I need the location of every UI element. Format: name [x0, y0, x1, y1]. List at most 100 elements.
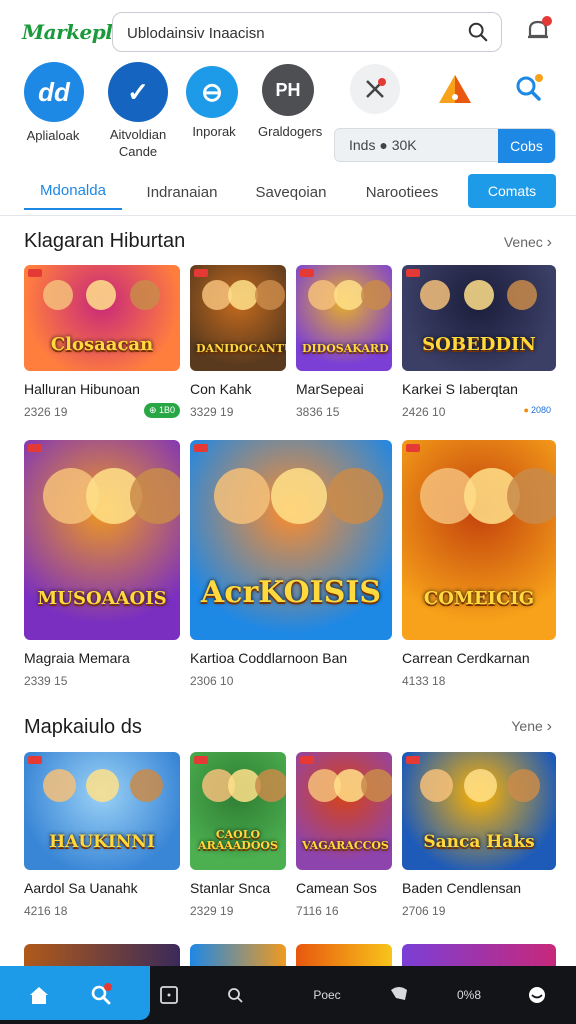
thumbnail-badge	[406, 756, 420, 764]
profile-icon[interactable]	[508, 966, 566, 1024]
game-thumbnail[interactable]: HAUKINNI	[24, 752, 180, 870]
notification-dot	[542, 16, 552, 26]
character-art	[255, 280, 285, 310]
game-stats: 3836 15	[296, 405, 340, 419]
peek-card	[190, 944, 286, 966]
thumbnail-badge	[406, 444, 420, 452]
app-label: Aitvoldian Cande	[109, 127, 167, 159]
app-label: Aplialoak	[26, 128, 80, 143]
game-thumbnail[interactable]: MUSOAAOIS	[24, 440, 180, 640]
tab-2[interactable]: Indranaian	[134, 172, 230, 212]
search-spark-icon[interactable]	[504, 62, 554, 112]
game-card[interactable]: Closaacan Halluran Hibunoan 2326 19 ⊕ 1B0	[24, 265, 180, 419]
game-title: Carrean Cerdkarnan	[402, 650, 530, 666]
cone-icon[interactable]	[430, 64, 480, 114]
character-art	[43, 280, 73, 310]
game-title: Baden Cendlensan	[402, 880, 522, 896]
character-art	[228, 280, 258, 310]
chat-icon[interactable]	[370, 966, 428, 1024]
app-icon: ⊖	[186, 66, 238, 118]
home-icon[interactable]	[10, 966, 68, 1024]
character-art	[420, 769, 453, 802]
thumbnail-title: AcrKOISIS	[200, 575, 382, 610]
thumbnail-badge	[194, 756, 208, 764]
app-shortcut-3[interactable]: ⊖ Inporak	[182, 62, 246, 140]
game-thumbnail[interactable]: COMEICIG	[402, 440, 556, 640]
thumbnail-badge	[28, 444, 42, 452]
thumbnail-title: DANIDOCANTUS	[196, 342, 286, 356]
see-all-link[interactable]: Venec ›	[504, 234, 552, 252]
game-title: MarSepeai	[296, 381, 364, 397]
game-thumbnail[interactable]: SOBEDDIN	[402, 265, 556, 371]
game-meta: 2329 19	[190, 904, 286, 918]
tab-action-button[interactable]: Comats	[468, 174, 556, 208]
thumbnail-badge	[194, 444, 208, 452]
tools-icon[interactable]	[350, 64, 400, 114]
thumbnail-badge	[28, 756, 42, 764]
search-bar[interactable]	[112, 12, 502, 52]
tab-4[interactable]: Narootiees	[352, 172, 452, 212]
app-shortcut-4[interactable]: PH Graldogers	[258, 62, 322, 140]
game-thumbnail[interactable]: DIDOSAKARD	[296, 265, 392, 371]
counter-button[interactable]: Cobs	[498, 129, 555, 163]
game-stats: 2706 19	[402, 904, 446, 918]
thumbnail-title: VAGARACCOS	[302, 839, 389, 853]
game-card[interactable]: SOBEDDIN Karkei S Iaberqtan 2426 10 2080	[402, 265, 556, 419]
app-icon: ✓	[108, 62, 168, 122]
character-art	[255, 769, 286, 802]
game-meta: 4216 18	[24, 904, 180, 918]
game-meta: 2306 10	[190, 674, 392, 688]
game-stats: 7116 16	[296, 904, 339, 918]
thumbnail-badge	[28, 269, 42, 277]
nav-text-item[interactable]: Poec	[298, 966, 356, 1024]
thumbnail-title: DIDOSAKARD	[302, 342, 389, 356]
see-all-label: Venec	[503, 234, 543, 250]
app-shortcut-2[interactable]: ✓ Aitvoldian Cande	[106, 62, 170, 160]
game-thumbnail[interactable]: Closaacan	[24, 265, 180, 371]
game-meta: 3329 19	[190, 405, 286, 419]
game-card[interactable]: VAGARACCOS Camean Sos 7116 16	[296, 752, 392, 918]
game-card[interactable]: DANIDOCANTUS Con Kahk 3329 19	[190, 265, 286, 419]
game-card[interactable]: COMEICIG Carrean Cerdkarnan 4133 18	[402, 440, 556, 688]
game-meta: 2426 10 2080	[402, 403, 556, 419]
tab-1[interactable]: Mdonalda	[24, 172, 122, 210]
game-title: Karkei S Iaberqtan	[402, 381, 518, 397]
game-card[interactable]: DIDOSAKARD MarSepeai 3836 15	[296, 265, 392, 419]
board-icon[interactable]	[140, 966, 198, 1024]
game-title: Stanlar Snca	[190, 880, 271, 896]
thumbnail-badge	[194, 269, 208, 277]
app-icon: PH	[262, 64, 314, 116]
bottom-navigation: Poec 0%8	[0, 966, 576, 1024]
game-card[interactable]: MUSOAAOIS Magraia Memara 2339 15	[24, 440, 180, 688]
explore-icon[interactable]	[206, 966, 264, 1024]
game-card[interactable]: CAOLO ARAAADOOS Stanlar Snca 2329 19	[190, 752, 286, 918]
game-card[interactable]: AcrKOISIS Kartioa Coddlarnoon Ban 2306 10	[190, 440, 392, 688]
character-art	[130, 769, 163, 802]
thumbnail-title: COMEICIG	[423, 588, 535, 609]
game-stats: 4133 18	[402, 674, 446, 688]
character-art	[130, 280, 160, 310]
game-thumbnail[interactable]: DANIDOCANTUS	[190, 265, 286, 371]
game-card[interactable]: HAUKINNI Aardol Sa Uanahk 4216 18	[24, 752, 180, 918]
game-card[interactable]: Sanca Haks Baden Cendlensan 2706 19	[402, 752, 556, 918]
bell-icon[interactable]	[524, 16, 552, 44]
app-label: Graldogers	[258, 124, 323, 139]
game-thumbnail[interactable]: CAOLO ARAAADOOS	[190, 752, 286, 870]
game-thumbnail[interactable]: VAGARACCOS	[296, 752, 392, 870]
tab-3[interactable]: Saveqoian	[244, 172, 338, 212]
search-input[interactable]	[127, 22, 447, 44]
game-thumbnail[interactable]: AcrKOISIS	[190, 440, 392, 640]
app-shortcut-1[interactable]: dd Aplialoak	[24, 62, 88, 144]
search-icon[interactable]	[72, 966, 130, 1024]
game-stats: 2326 19	[24, 405, 68, 419]
character-art	[420, 280, 450, 310]
see-all-link[interactable]: Yene ›	[511, 718, 552, 736]
game-thumbnail[interactable]: Sanca Haks	[402, 752, 556, 870]
thumbnail-title: SOBEDDIN	[422, 334, 536, 356]
reward-badge: ⊕ 1B0	[143, 403, 180, 418]
search-icon[interactable]	[467, 21, 489, 43]
character-art	[214, 468, 270, 524]
thumbnail-title: Closaacan	[50, 334, 154, 356]
nav-text-item[interactable]: 0%8	[440, 966, 498, 1024]
game-meta: 7116 16	[296, 904, 392, 918]
